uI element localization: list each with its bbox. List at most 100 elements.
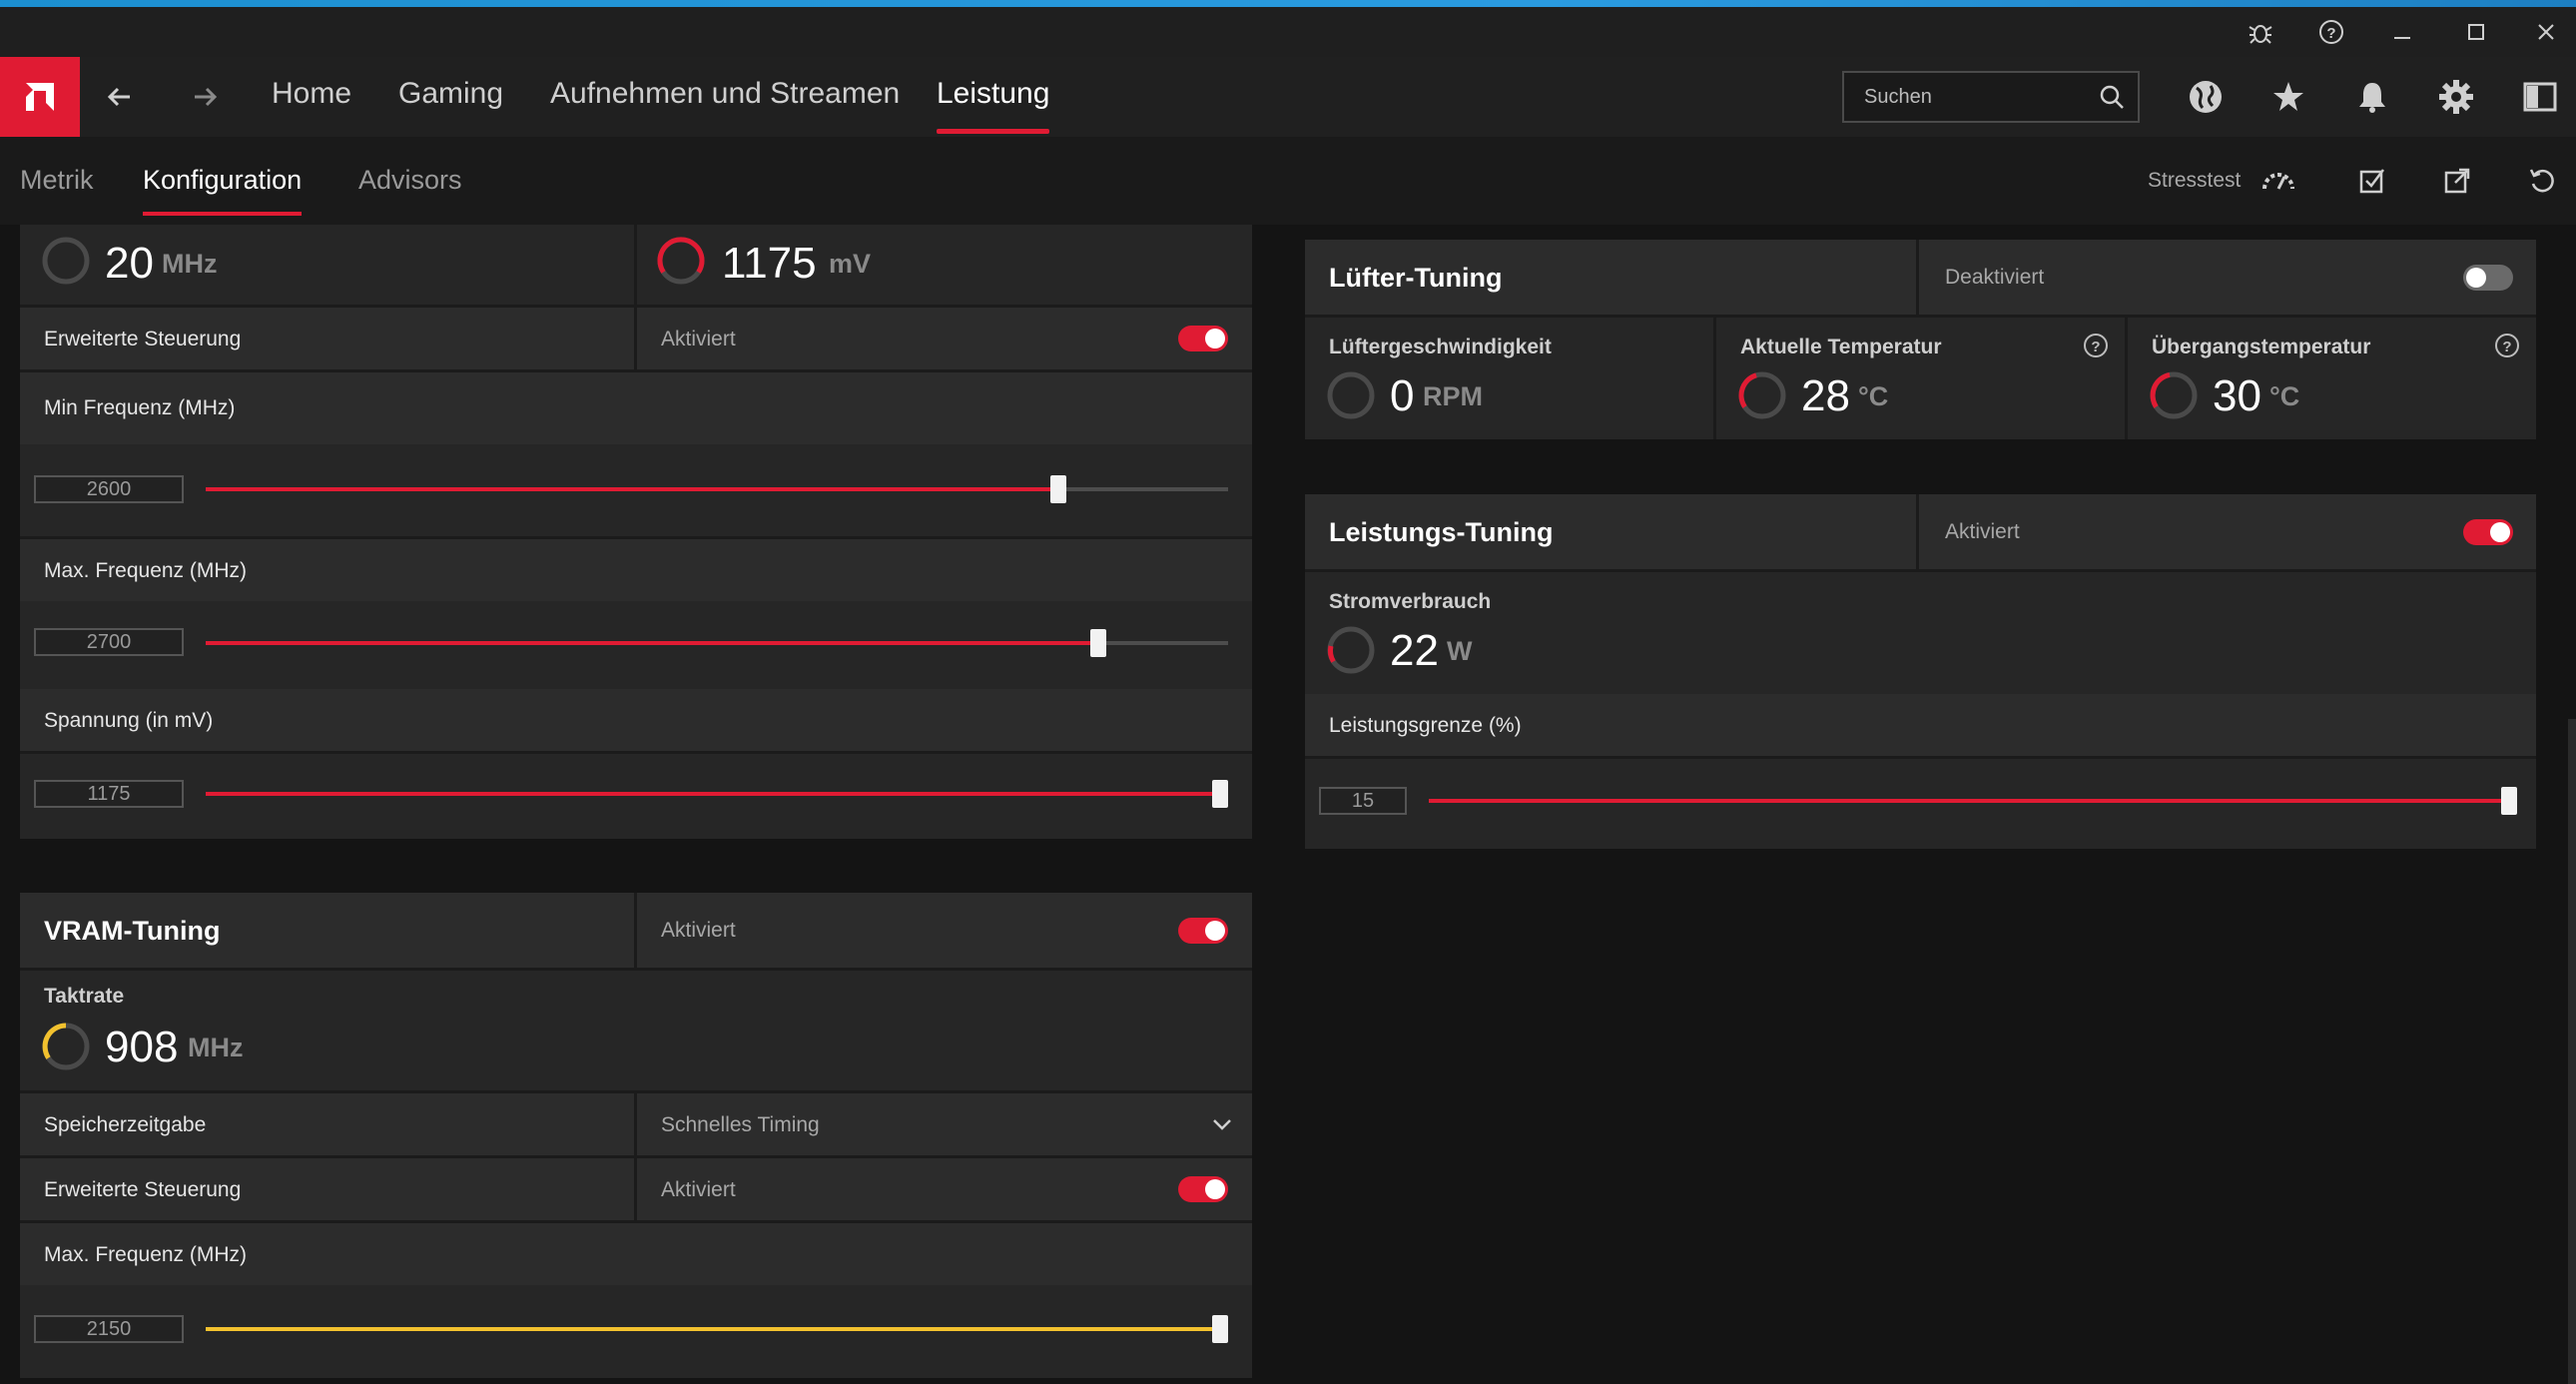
forward-arrow-icon[interactable] <box>183 75 227 119</box>
vram-tuning-header: VRAM-Tuning Aktiviert <box>20 893 1252 968</box>
vram-clock-label: Taktrate <box>44 985 125 1008</box>
power-limit-label: Leistungsgrenze (%) <box>1329 714 1522 737</box>
power-tuning-toggle[interactable] <box>2463 519 2513 545</box>
back-arrow-icon[interactable] <box>98 75 142 119</box>
voltage-slider-thumb[interactable] <box>1212 780 1228 808</box>
help-circle-icon[interactable]: ? <box>2493 332 2521 359</box>
nav-tab-gaming[interactable]: Gaming <box>398 77 503 111</box>
voltage-header-row: Spannung (in mV) <box>20 689 1252 751</box>
column-divider <box>634 225 637 305</box>
voltage-label: Spannung (in mV) <box>44 709 214 732</box>
power-limit-slider-row: 15 <box>1305 759 2536 849</box>
max-frequency-value-box[interactable]: 2700 <box>34 628 184 656</box>
voltage-slider-track[interactable] <box>206 780 1228 808</box>
subtab-configuration[interactable]: Konfiguration <box>143 165 303 216</box>
subtab-advisors[interactable]: Advisors <box>358 165 462 196</box>
search-icon[interactable] <box>2098 83 2126 111</box>
main-navigation: Home Gaming Aufnehmen und Streamen Leist… <box>0 57 2576 137</box>
vram-clock-value: 908 <box>105 1023 179 1071</box>
svg-text:?: ? <box>2091 339 2100 355</box>
column-divider <box>634 893 637 968</box>
voltage-value-box[interactable]: 1175 <box>34 780 184 808</box>
gpu-clock-unit: MHz <box>162 249 218 279</box>
min-frequency-slider-thumb[interactable] <box>1050 475 1067 503</box>
gpu-advanced-control-row: Erweiterte Steuerung Aktiviert <box>20 308 1252 369</box>
subtab-metrics[interactable]: Metrik <box>20 165 94 196</box>
maximize-icon[interactable] <box>2446 7 2506 57</box>
vram-tuning-state: Aktiviert <box>661 919 736 942</box>
nav-tab-home[interactable]: Home <box>272 77 351 111</box>
memory-timing-dropdown[interactable]: Schnelles Timing <box>637 1093 1252 1155</box>
nav-tab-record-stream[interactable]: Aufnehmen und Streamen <box>550 77 900 111</box>
current-temperature-unit: °C <box>1858 381 1889 411</box>
vram-max-frequency-slider-row: 2150 <box>20 1285 1252 1378</box>
current-temperature-metric: Aktuelle Temperatur ? 28 °C <box>1716 318 2125 439</box>
current-temperature-label: Aktuelle Temperatur <box>1740 336 1942 358</box>
search-box[interactable] <box>1842 71 2140 123</box>
sidebar-toggle-icon[interactable] <box>2518 75 2562 119</box>
close-icon[interactable] <box>2516 7 2576 57</box>
voltage-slider-fill <box>206 792 1228 796</box>
power-limit-value-box[interactable]: 15 <box>1319 787 1407 815</box>
column-divider <box>634 308 637 369</box>
gpu-advanced-control-toggle[interactable] <box>1178 326 1228 351</box>
gpu-values-row: 20 MHz 1175 mV <box>20 225 1252 305</box>
fan-speed-label: Lüftergeschwindigkeit <box>1329 336 1552 358</box>
stresstest-label: Stresstest <box>2148 169 2242 192</box>
vram-max-frequency-slider-thumb[interactable] <box>1212 1315 1228 1343</box>
junction-temperature-value: 30 <box>2213 371 2261 420</box>
export-icon[interactable] <box>2437 161 2477 201</box>
reset-icon[interactable] <box>2522 161 2562 201</box>
notification-bell-icon[interactable] <box>2350 75 2394 119</box>
vram-clock-row: Taktrate 908 MHz <box>20 971 1252 1090</box>
fan-tuning-toggle[interactable] <box>2463 265 2513 291</box>
fan-tuning-title: Lüfter-Tuning <box>1329 263 1503 293</box>
min-frequency-value-box[interactable]: 2600 <box>34 475 184 503</box>
max-frequency-label: Max. Frequenz (MHz) <box>44 559 248 582</box>
amd-logo[interactable] <box>0 57 80 137</box>
fan-metrics-row: Lüftergeschwindigkeit 0 RPM Aktuelle Tem… <box>1305 318 2536 439</box>
vram-tuning-panel: VRAM-Tuning Aktiviert Taktrate 908 MHz S… <box>20 893 1252 1378</box>
settings-gear-icon[interactable] <box>2434 75 2478 119</box>
memory-timing-label: Speicherzeitgabe <box>44 1113 207 1136</box>
bug-report-icon[interactable] <box>2231 7 2290 57</box>
help-icon[interactable]: ? <box>2301 7 2361 57</box>
star-icon[interactable] <box>2266 75 2310 119</box>
power-tuning-header: Leistungs-Tuning Aktiviert <box>1305 494 2536 569</box>
column-divider <box>1916 494 1919 569</box>
power-consumption-unit: W <box>1447 636 1473 666</box>
min-frequency-slider-track[interactable] <box>206 475 1228 503</box>
globe-icon[interactable] <box>2184 75 2228 119</box>
vram-clock-gauge-icon <box>42 1023 90 1070</box>
search-input[interactable] <box>1844 73 2084 121</box>
power-limit-header-row: Leistungsgrenze (%) <box>1305 694 2536 756</box>
vram-max-frequency-slider-track[interactable] <box>206 1315 1228 1343</box>
vram-tuning-toggle[interactable] <box>1178 918 1228 944</box>
power-consumption-row: Stromverbrauch 22 W <box>1305 572 2536 694</box>
minimize-icon[interactable] <box>2372 7 2432 57</box>
nav-tab-performance[interactable]: Leistung <box>937 77 1050 134</box>
power-limit-slider-thumb[interactable] <box>2501 787 2517 815</box>
scrollbar[interactable] <box>2568 719 2576 1384</box>
power-limit-slider-track[interactable] <box>1429 787 2517 815</box>
power-tuning-title: Leistungs-Tuning <box>1329 517 1554 547</box>
vram-advanced-control-toggle[interactable] <box>1178 1176 1228 1202</box>
stresstest-gauge-icon[interactable] <box>2258 161 2298 201</box>
max-frequency-slider-track[interactable] <box>206 629 1228 657</box>
min-frequency-header-row: Min Frequenz (MHz) <box>20 372 1252 444</box>
vram-max-frequency-header-row: Max. Frequenz (MHz) <box>20 1223 1252 1285</box>
vram-max-frequency-value-box[interactable]: 2150 <box>34 1315 184 1343</box>
vram-max-frequency-slider-fill <box>206 1327 1228 1331</box>
fan-tuning-header: Lüfter-Tuning Deaktiviert <box>1305 240 2536 315</box>
max-frequency-slider-thumb[interactable] <box>1089 629 1106 657</box>
memory-timing-row: Speicherzeitgabe Schnelles Timing <box>20 1093 1252 1155</box>
max-frequency-header-row: Max. Frequenz (MHz) <box>20 539 1252 601</box>
help-circle-icon[interactable]: ? <box>2082 332 2110 359</box>
power-limit-slider-fill <box>1429 799 2517 803</box>
apply-changes-icon[interactable] <box>2352 161 2392 201</box>
active-tab-underline <box>937 129 1050 134</box>
gpu-advanced-control-label: Erweiterte Steuerung <box>44 328 242 350</box>
top-accent-stripe <box>0 0 2576 7</box>
junction-temperature-unit: °C <box>2269 381 2300 411</box>
vram-advanced-control-label: Erweiterte Steuerung <box>44 1178 242 1201</box>
